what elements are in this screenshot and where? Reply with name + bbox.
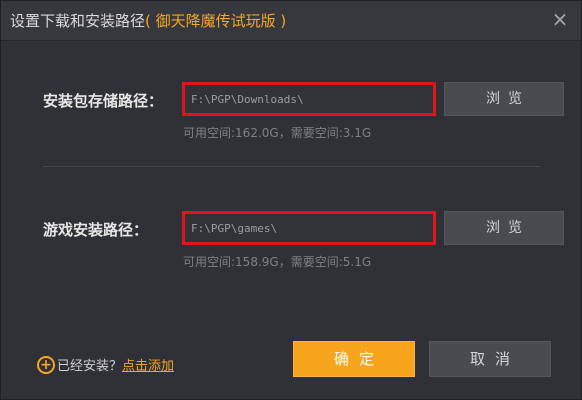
install-path-input[interactable] (182, 211, 436, 245)
install-path-label: 游戏安装路径： (43, 221, 149, 239)
cancel-button[interactable]: 取消 (429, 341, 551, 377)
download-browse-button[interactable]: 浏览 (444, 82, 564, 116)
dialog-title: 设置下载和安装路径( 御天降魔传试玩版 ) (10, 10, 286, 31)
dialog-title-game: ( 御天降魔传试玩版 ) (145, 12, 287, 30)
dialog-title-text: 设置下载和安装路径 (10, 12, 146, 30)
close-icon[interactable]: × (549, 8, 571, 30)
click-add-link[interactable]: 点击添加 (122, 359, 174, 374)
title-bar: 设置下载和安装路径( 御天降魔传试玩版 ) × (1, 1, 581, 41)
confirm-button[interactable]: 确定 (293, 341, 415, 377)
download-space-info: 可用空间:162.0G，需要空间:3.1G (183, 126, 372, 140)
install-space-info: 可用空间:158.9G，需要空间:5.1G (183, 255, 372, 269)
install-browse-button[interactable]: 浏览 (444, 211, 564, 245)
plus-circle-icon[interactable]: + (37, 355, 55, 374)
install-path-dialog: 设置下载和安装路径( 御天降魔传试玩版 ) × 安装包存储路径： 浏览 可用空间… (0, 0, 582, 400)
download-path-input[interactable] (182, 82, 436, 116)
already-installed-text: 已经安装？ (57, 359, 123, 374)
divider (43, 166, 540, 167)
download-path-label: 安装包存储路径： (43, 92, 164, 110)
already-installed-area: + 已经安装？点击添加 (37, 355, 174, 375)
